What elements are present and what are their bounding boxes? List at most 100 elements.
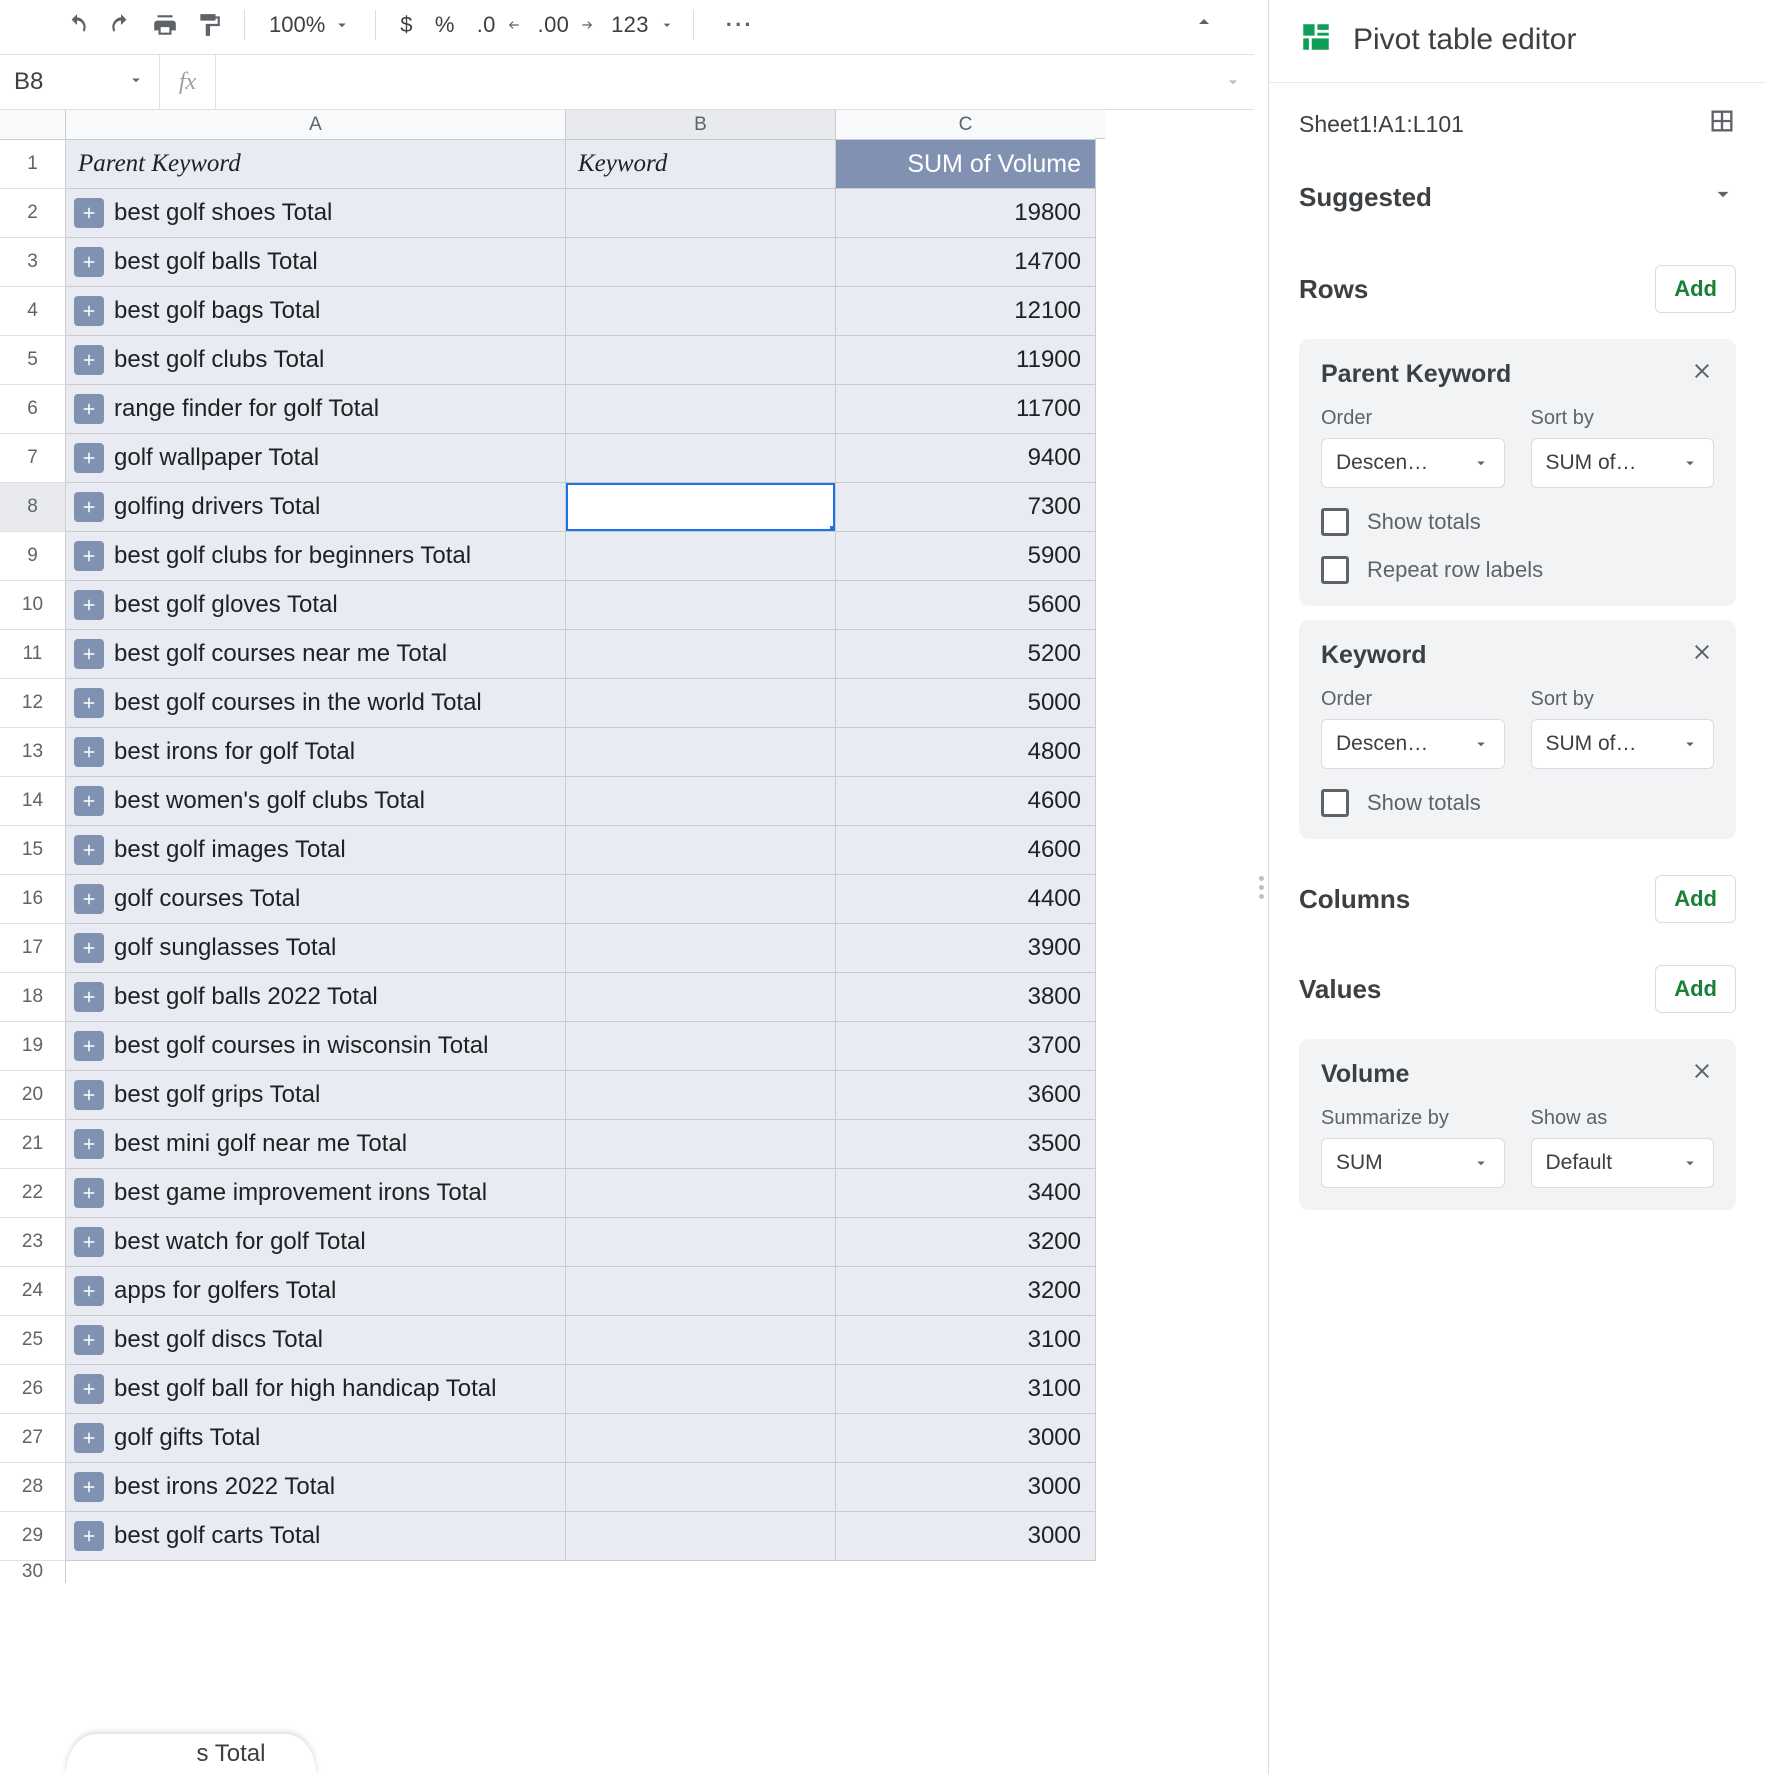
cell-sum-volume[interactable]: 5000 [836,679,1096,728]
expand-group-icon[interactable] [74,835,104,865]
paint-format-icon[interactable] [192,8,226,42]
cell-keyword[interactable] [566,1316,836,1365]
row-number[interactable]: 1 [0,140,66,189]
cell-sum-volume[interactable]: 3200 [836,1218,1096,1267]
cell-sum-volume[interactable]: 19800 [836,189,1096,238]
cell-keyword[interactable] [566,287,836,336]
row-number[interactable]: 7 [0,434,66,483]
row-number[interactable]: 2 [0,189,66,238]
row-number[interactable]: 11 [0,630,66,679]
cell-sum-volume[interactable]: 3200 [836,1267,1096,1316]
expand-group-icon[interactable] [74,198,104,228]
cell-keyword[interactable] [566,532,836,581]
header-sum-volume[interactable]: SUM of Volume [836,140,1096,189]
expand-group-icon[interactable] [74,884,104,914]
cell-keyword[interactable] [566,924,836,973]
cell-keyword[interactable] [566,826,836,875]
cell-sum-volume[interactable]: 5600 [836,581,1096,630]
cell-sum-volume[interactable]: 3500 [836,1120,1096,1169]
expand-group-icon[interactable] [74,688,104,718]
cell-parent-keyword[interactable]: best golf carts Total [66,1512,566,1561]
cell-parent-keyword[interactable]: golfing drivers Total [66,483,566,532]
expand-group-icon[interactable] [74,1178,104,1208]
row-number[interactable]: 17 [0,924,66,973]
expand-group-icon[interactable] [74,492,104,522]
row-number[interactable]: 27 [0,1414,66,1463]
expand-group-icon[interactable] [74,982,104,1012]
showas-select[interactable]: Default [1531,1138,1715,1188]
column-header-c[interactable]: C [836,110,1096,140]
cell-keyword[interactable] [566,581,836,630]
column-header-a[interactable]: A [66,110,566,140]
more-formats-dropdown[interactable]: 123 [605,12,675,38]
cell-parent-keyword[interactable]: best golf shoes Total [66,189,566,238]
zoom-dropdown[interactable]: 100% [263,12,357,38]
cell-parent-keyword[interactable]: best golf balls 2022 Total [66,973,566,1022]
cell-parent-keyword[interactable]: apps for golfers Total [66,1267,566,1316]
cell-sum-volume[interactable]: 3400 [836,1169,1096,1218]
cell-parent-keyword[interactable]: best golf clubs Total [66,336,566,385]
sortby-select[interactable]: SUM of… [1531,719,1715,769]
cell-sum-volume[interactable]: 3800 [836,973,1096,1022]
formula-expand-icon[interactable] [1212,55,1254,109]
cell-keyword[interactable] [566,973,836,1022]
suggested-section[interactable]: Suggested [1299,167,1736,243]
cell-parent-keyword[interactable]: best game improvement irons Total [66,1169,566,1218]
cell-sum-volume[interactable]: 3000 [836,1512,1096,1561]
cell-keyword[interactable] [566,238,836,287]
show-totals-checkbox[interactable] [1321,508,1349,536]
cell-keyword[interactable] [566,875,836,924]
row-number[interactable]: 30 [0,1561,66,1583]
expand-group-icon[interactable] [74,639,104,669]
cell-parent-keyword[interactable]: golf wallpaper Total [66,434,566,483]
order-select[interactable]: Descen… [1321,719,1505,769]
repeat-labels-checkbox[interactable] [1321,556,1349,584]
expand-group-icon[interactable] [74,541,104,571]
expand-group-icon[interactable] [74,1423,104,1453]
row-number[interactable]: 22 [0,1169,66,1218]
add-values-button[interactable]: Add [1655,965,1736,1013]
cell-keyword[interactable] [566,336,836,385]
toolbar-more-button[interactable]: ··· [712,12,754,38]
expand-group-icon[interactable] [74,786,104,816]
row-number[interactable]: 13 [0,728,66,777]
sortby-select[interactable]: SUM of… [1531,438,1715,488]
expand-group-icon[interactable] [74,1080,104,1110]
expand-group-icon[interactable] [74,590,104,620]
cell-parent-keyword[interactable]: best golf balls Total [66,238,566,287]
collapse-toolbar-icon[interactable] [1192,10,1242,40]
expand-group-icon[interactable] [74,1276,104,1306]
expand-group-icon[interactable] [74,1325,104,1355]
row-number[interactable]: 21 [0,1120,66,1169]
cell-sum-volume[interactable]: 12100 [836,287,1096,336]
row-number[interactable]: 14 [0,777,66,826]
column-header-b[interactable]: B [566,110,836,140]
select-range-icon[interactable] [1708,107,1736,141]
cell-parent-keyword[interactable]: best golf discs Total [66,1316,566,1365]
row-number[interactable]: 23 [0,1218,66,1267]
cell-keyword[interactable] [566,728,836,777]
row-number[interactable]: 16 [0,875,66,924]
cell-sum-volume[interactable]: 11700 [836,385,1096,434]
order-select[interactable]: Descen… [1321,438,1505,488]
cell-parent-keyword[interactable]: best golf courses in the world Total [66,679,566,728]
remove-card-icon[interactable] [1690,359,1714,389]
expand-group-icon[interactable] [74,1129,104,1159]
cell-sum-volume[interactable]: 14700 [836,238,1096,287]
cell-sum-volume[interactable]: 11900 [836,336,1096,385]
cell-parent-keyword[interactable]: best irons 2022 Total [66,1463,566,1512]
row-number[interactable]: 18 [0,973,66,1022]
summarize-select[interactable]: SUM [1321,1138,1505,1188]
cell-sum-volume[interactable]: 3900 [836,924,1096,973]
row-number[interactable]: 25 [0,1316,66,1365]
expand-group-icon[interactable] [74,1227,104,1257]
cell-sum-volume[interactable]: 3000 [836,1463,1096,1512]
row-number[interactable]: 6 [0,385,66,434]
cell-sum-volume[interactable]: 3600 [836,1071,1096,1120]
cell-sum-volume[interactable]: 3100 [836,1365,1096,1414]
cell-sum-volume[interactable]: 9400 [836,434,1096,483]
cell-parent-keyword[interactable]: best women's golf clubs Total [66,777,566,826]
row-number[interactable]: 28 [0,1463,66,1512]
cell-parent-keyword[interactable]: best golf courses in wisconsin Total [66,1022,566,1071]
row-number[interactable]: 20 [0,1071,66,1120]
